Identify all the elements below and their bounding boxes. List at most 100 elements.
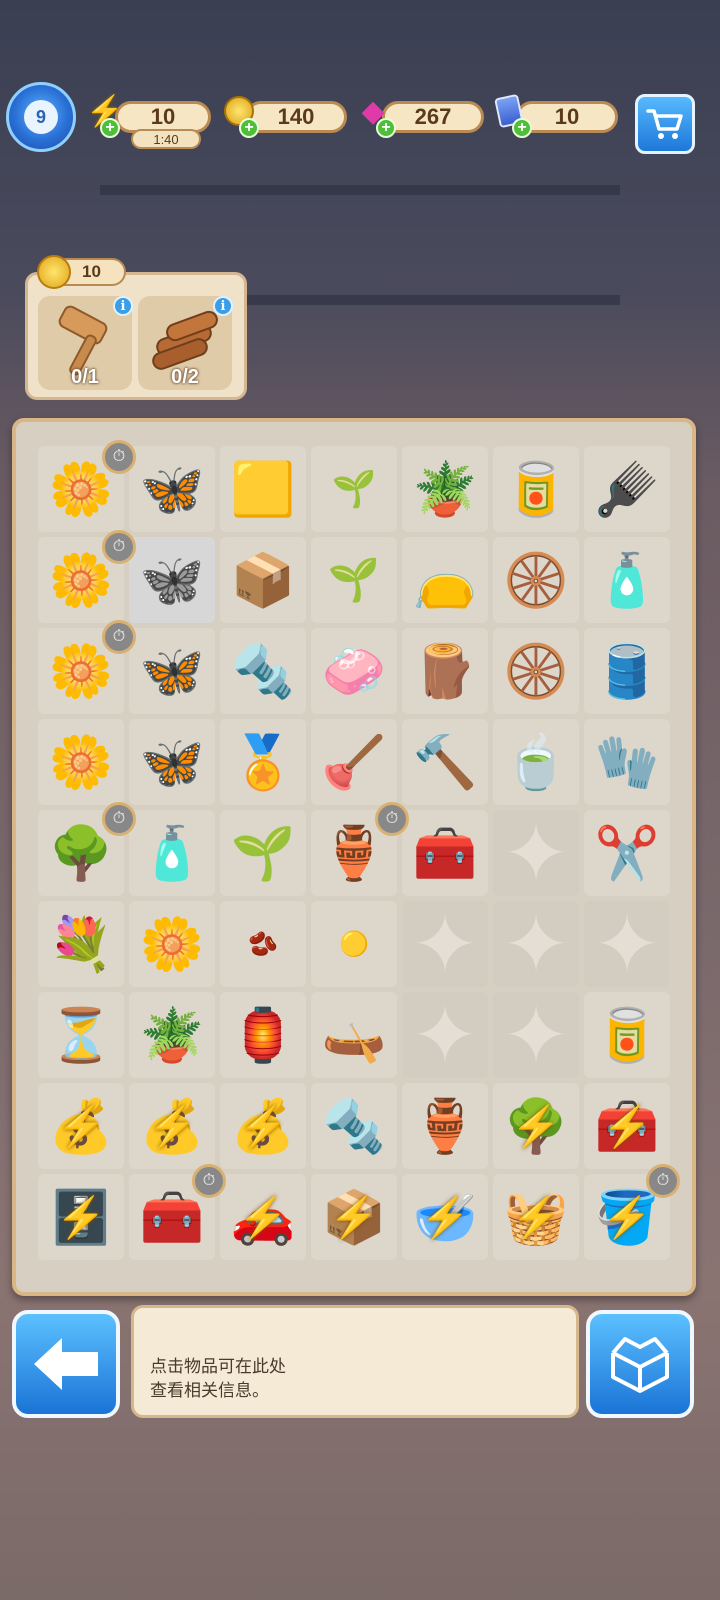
board-cell-empty[interactable] (493, 992, 579, 1078)
lightning-icon: ⚡ (511, 1104, 561, 1149)
timer-icon: ⏱ (102, 802, 136, 836)
back-button[interactable] (12, 1310, 120, 1418)
board-cell-moss-pot[interactable]: 🍵 (493, 719, 579, 805)
arrow-left-icon (34, 1338, 98, 1390)
level-badge[interactable]: 9 (6, 82, 76, 152)
board-cell-scrub-brush[interactable]: 🪮 (584, 446, 670, 532)
coin-value: 140 (277, 104, 315, 129)
info-icon[interactable]: i (213, 296, 233, 316)
board-cell-pruning-shears[interactable]: ✂️ (584, 810, 670, 896)
lightning-icon: ⚡ (420, 1195, 470, 1240)
board-cell-lotion-bottle[interactable]: 🧴 (129, 810, 215, 896)
energy-value: 10 (150, 104, 176, 129)
board-cell-soap-bars[interactable]: 🧼 (311, 628, 397, 714)
board-cell-energy-sack[interactable]: 💰 ⚡ (129, 1083, 215, 1169)
gem-counter[interactable]: 267 (382, 101, 484, 133)
board-cell-screw[interactable]: 🔩 (311, 1083, 397, 1169)
order-item-progress: 0/1 (71, 366, 99, 388)
board-cell-sprout[interactable]: 🌱 (311, 446, 397, 532)
board-cell-broken-pot[interactable]: 🏺 (402, 1083, 488, 1169)
board-cell-empty[interactable] (402, 992, 488, 1078)
board-cell-screw-box[interactable]: 📦 (220, 537, 306, 623)
merge-board: 🌼 🦋 🟨 🌱 🪴 🥫 🪮 🌼 🦋 📦 🌱 👝 🛞 🧴 🌼 🦋 🔩 🧼 🪵 🛞 … (12, 418, 696, 1296)
board-cell-paint-can[interactable]: 🥫 (493, 446, 579, 532)
gem-plus-button[interactable]: + (376, 118, 396, 138)
board-cell-paint-tin[interactable]: 🥫 (584, 992, 670, 1078)
board-cell-barrel[interactable]: 🛢️ (584, 628, 670, 714)
timer-icon: ⏱ (646, 1164, 680, 1198)
board-cell-energy-crate[interactable]: 📦 ⚡ (311, 1174, 397, 1260)
board-cell-energy-tree[interactable]: 🌳 ⚡ (493, 1083, 579, 1169)
board-cell-energy-sack[interactable]: 💰 ⚡ (220, 1083, 306, 1169)
background-shelf (100, 185, 620, 195)
board-cell-white-flowers[interactable]: 💐 (38, 901, 124, 987)
info-icon[interactable]: i (113, 296, 133, 316)
board-cell-clay-boat[interactable]: 🛶 (311, 992, 397, 1078)
board-cell-clay-pot[interactable]: 🪴 (402, 446, 488, 532)
timer-icon: ⏱ (102, 530, 136, 564)
board-cell-blue-sack[interactable]: 👝 (402, 537, 488, 623)
shop-button[interactable] (635, 94, 695, 154)
inventory-button[interactable] (586, 1310, 694, 1418)
lightning-icon: ⚡ (56, 1195, 106, 1240)
lightning-icon: ⚡ (602, 1104, 652, 1149)
board-cell-energy-cabinet[interactable]: 🗄️ ⚡ (38, 1174, 124, 1260)
board-cell-empty[interactable] (402, 901, 488, 987)
lightning-icon: ⚡ (602, 1195, 652, 1240)
board-cell-gloves[interactable]: 🧤 (584, 719, 670, 805)
board-cell-lantern[interactable]: 🏮 (220, 992, 306, 1078)
info-text-line1: 点击物品可在此处 (150, 1357, 286, 1376)
timer-icon: ⏱ (102, 620, 136, 654)
board-cell-monarch-butterfly[interactable]: 🦋 (129, 719, 215, 805)
board-cell-flower-basket[interactable]: 🌼 (38, 719, 124, 805)
board-cell-white-flower-pot[interactable]: 🌼 (129, 901, 215, 987)
lightning-icon: ⚡ (329, 1195, 379, 1240)
coin-icon (37, 255, 71, 289)
board-cell-energy-basket[interactable]: 🧺 ⚡ (493, 1174, 579, 1260)
board-cell-soap-bottle[interactable]: 🧴 (584, 537, 670, 623)
coin-plus-button[interactable]: + (239, 118, 259, 138)
lightning-icon: ⚡ (147, 1104, 197, 1149)
board-cell-empty[interactable] (493, 901, 579, 987)
board-cell-locket[interactable]: 🏅 (220, 719, 306, 805)
board-cell-gold-seeds[interactable]: 🟡 (311, 901, 397, 987)
card-plus-button[interactable]: + (512, 118, 532, 138)
board-cell-empty[interactable] (493, 810, 579, 896)
board-cell-energy-bowl[interactable]: 🥣 ⚡ (402, 1174, 488, 1260)
card-value: 10 (554, 104, 580, 129)
board-cell-seedling[interactable]: 🌱 (220, 810, 306, 896)
board-cell-toolbox-brown[interactable]: 🧰 (402, 810, 488, 896)
board-cell-seeds[interactable]: 🫘 (220, 901, 306, 987)
board-cell-energy-car[interactable]: 🚗 ⚡ (220, 1174, 306, 1260)
board-cell-hammer[interactable]: 🔨 (402, 719, 488, 805)
board-cell-potted-plant[interactable]: 🪴 (129, 992, 215, 1078)
box-icon (611, 1337, 669, 1393)
energy-plus-button[interactable]: + (100, 118, 120, 138)
board-cell-cloth-bundle[interactable]: 🟨 (220, 446, 306, 532)
order-item-progress: 0/2 (171, 366, 199, 388)
board-cell-empty[interactable] (584, 901, 670, 987)
coin-counter[interactable]: 140 (245, 101, 347, 133)
gem-value: 267 (414, 104, 452, 129)
board-cell-energy-toolbox[interactable]: 🧰 ⚡ (584, 1083, 670, 1169)
timer-icon: ⏱ (375, 802, 409, 836)
board-cell-plunger[interactable]: 🪠 (311, 719, 397, 805)
board-cell-energy-sack[interactable]: 💰 ⚡ (38, 1083, 124, 1169)
board-cell-wheel[interactable]: 🛞 (493, 628, 579, 714)
board-cell-blue-butterfly[interactable]: 🦋 (129, 628, 215, 714)
timer-icon: ⏱ (192, 1164, 226, 1198)
board-cell-orange-butterfly[interactable]: 🦋 (129, 446, 215, 532)
board-cell-small-tree[interactable]: 🌱 (311, 537, 397, 623)
board-cell-wheels[interactable]: 🛞 (493, 537, 579, 623)
order-reward-value: 10 (82, 262, 101, 281)
board-cell-hourglass[interactable]: ⏳ (38, 992, 124, 1078)
board-cell-bolts[interactable]: 🔩 (220, 628, 306, 714)
lightning-icon: ⚡ (238, 1104, 288, 1149)
energy-timer: 1:40 (131, 129, 201, 149)
info-text-line2: 查看相关信息。 (150, 1381, 269, 1400)
level-number: 9 (24, 100, 58, 134)
lightning-icon: ⚡ (238, 1195, 288, 1240)
board-cell-wood-chips[interactable]: 🪵 (402, 628, 488, 714)
board-cell-white-butterfly[interactable]: 🦋 (129, 537, 215, 623)
timer-icon: ⏱ (102, 440, 136, 474)
